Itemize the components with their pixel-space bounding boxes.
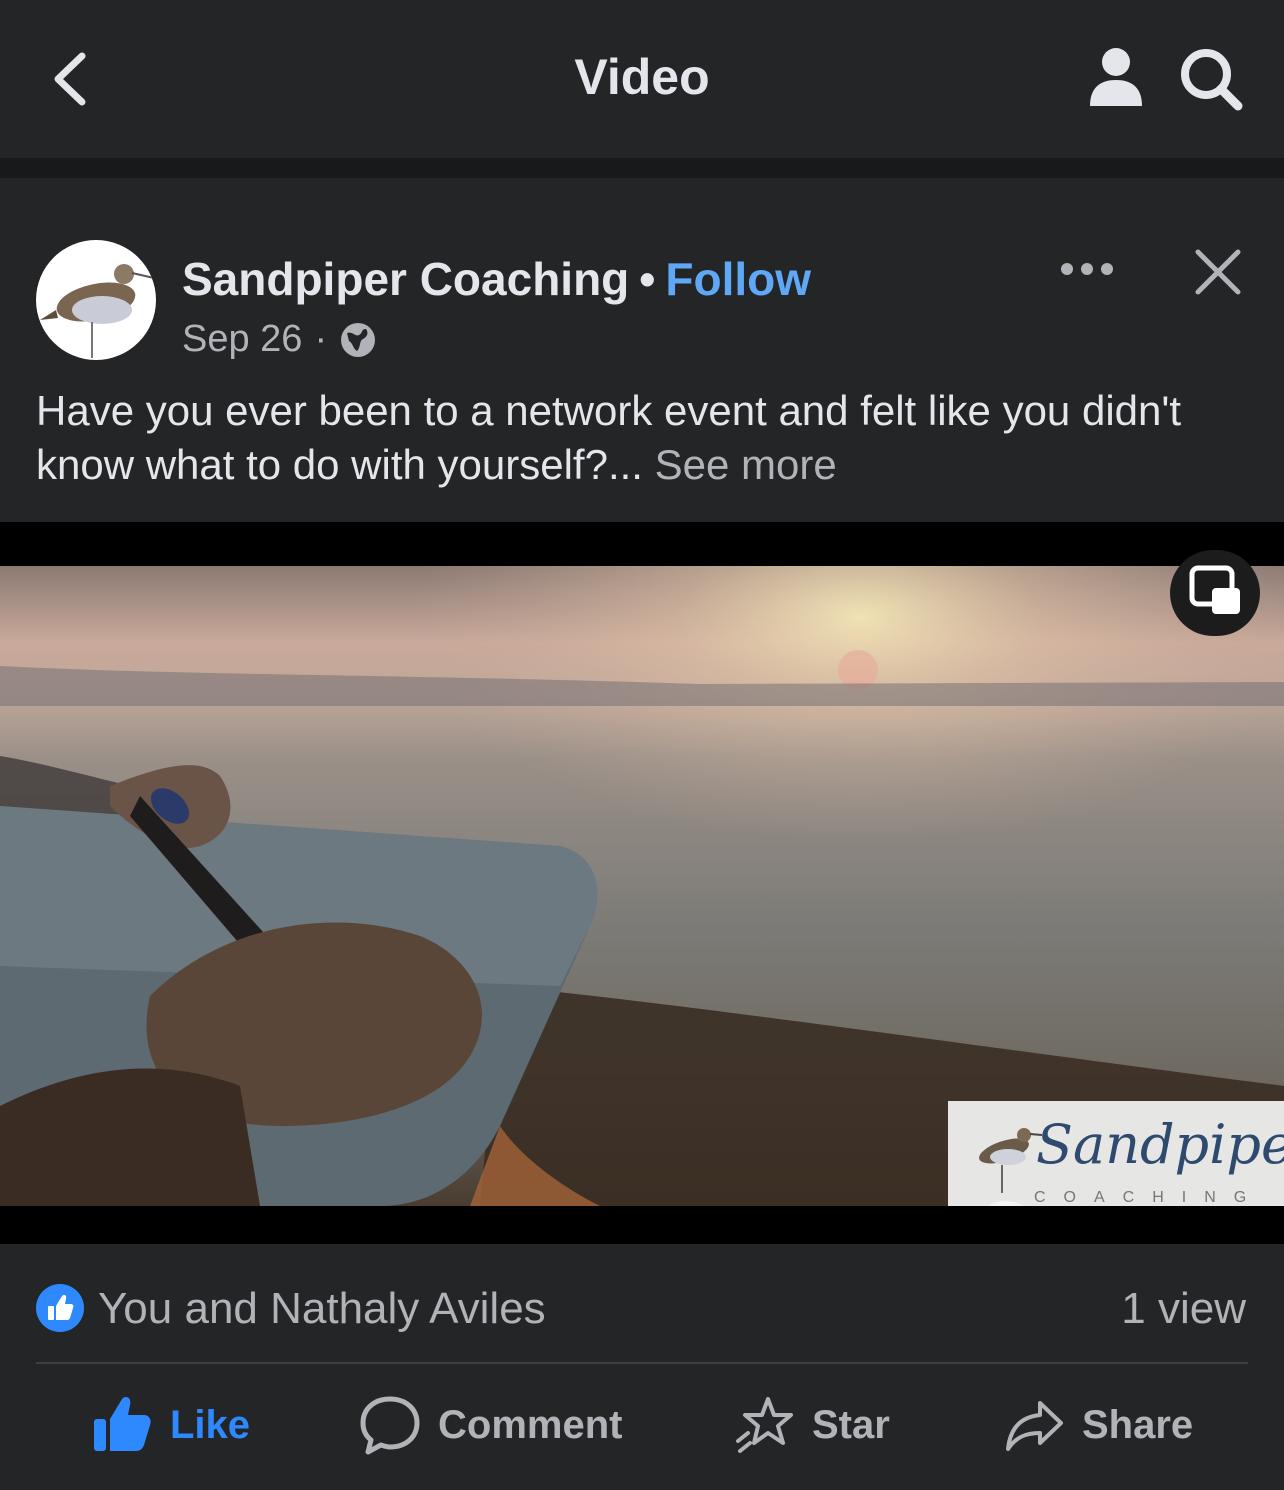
star-button[interactable]: Star <box>734 1392 890 1458</box>
like-label: Like <box>170 1402 251 1447</box>
comment-icon <box>360 1396 420 1455</box>
globe-icon <box>339 321 377 359</box>
like-reaction-icon <box>36 1284 84 1332</box>
post-meta: Sep 26 · <box>182 318 377 361</box>
video-player[interactable]: Sandpiper COACHING <box>0 522 1284 1244</box>
picture-in-picture-button[interactable] <box>1170 550 1260 636</box>
thumbs-up-icon <box>94 1397 151 1451</box>
person-icon <box>1090 48 1142 106</box>
share-button[interactable]: Share <box>1004 1392 1193 1458</box>
author-name[interactable]: Sandpiper Coaching <box>182 253 629 305</box>
reactors-text[interactable]: You and Nathaly Aviles <box>98 1284 546 1334</box>
share-label: Share <box>1082 1402 1194 1447</box>
comment-button[interactable]: Comment <box>360 1392 622 1458</box>
sandpiper-bird-icon <box>979 1128 1042 1206</box>
post-text: Have you ever been to a network event an… <box>36 384 1256 492</box>
like-button[interactable]: Like <box>92 1392 250 1458</box>
watermark-subtitle: COACHING <box>1034 1189 1265 1206</box>
star-label: Star <box>812 1402 890 1447</box>
search-icon <box>1181 49 1243 111</box>
see-more-link[interactable]: See more <box>655 441 837 488</box>
close-button[interactable] <box>1192 246 1244 298</box>
more-horizontal-icon <box>1061 263 1113 275</box>
video-frame[interactable]: Sandpiper COACHING <box>0 566 1284 1206</box>
avatar[interactable] <box>36 240 156 360</box>
star-icon <box>736 1397 793 1453</box>
action-bar: Like Comment Star Share <box>0 1364 1284 1490</box>
post-header: Sandpiper Coaching • Follow Sep 26 · Have … <box>0 178 1284 522</box>
author-separator: • <box>639 253 656 305</box>
author-line: Sandpiper Coaching • Follow <box>182 252 811 306</box>
close-icon <box>1195 249 1241 295</box>
picture-in-picture-icon <box>1189 565 1240 614</box>
share-icon <box>1006 1401 1063 1451</box>
reactions-summary: You and Nathaly Aviles 1 view <box>0 1244 1284 1364</box>
post-body: Have you ever been to a network event an… <box>36 387 1182 488</box>
profile-button[interactable] <box>1086 44 1146 110</box>
follow-button[interactable]: Follow <box>665 253 811 305</box>
sandpiper-logo-icon <box>40 264 155 358</box>
watermark-script: Sandpiper <box>1036 1113 1284 1176</box>
section-separator <box>0 158 1284 178</box>
comment-label: Comment <box>438 1402 623 1447</box>
video-watermark: Sandpiper COACHING <box>948 1101 1284 1206</box>
more-options-button[interactable] <box>1058 254 1116 284</box>
meta-separator: · <box>314 318 328 360</box>
top-bar: Video <box>0 0 1284 158</box>
post-date[interactable]: Sep 26 <box>182 318 302 361</box>
search-button[interactable] <box>1176 44 1246 114</box>
view-count: 1 view <box>1121 1284 1246 1333</box>
